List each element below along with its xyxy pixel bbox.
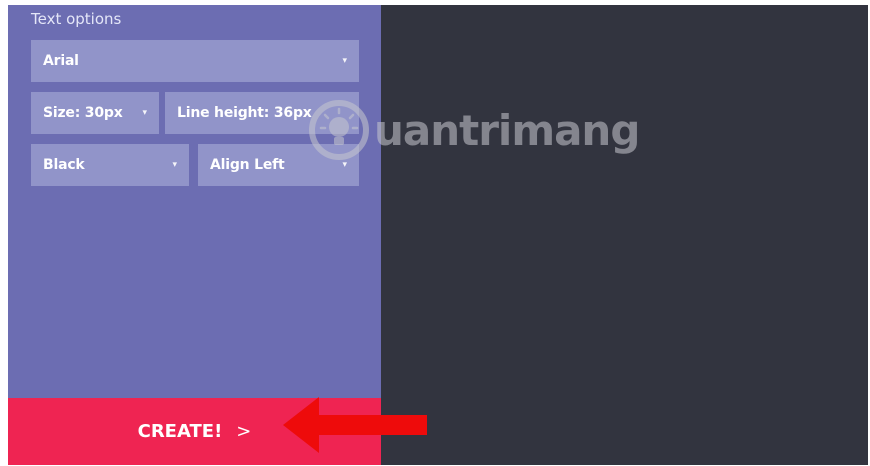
preview-canvas[interactable]	[381, 5, 868, 465]
font-family-value: Arial	[43, 53, 79, 69]
create-button-label: CREATE!	[137, 421, 223, 442]
font-family-dropdown[interactable]: Arial ▾	[31, 40, 359, 82]
text-align-value: Align Left	[210, 157, 285, 173]
font-size-dropdown[interactable]: Size: 30px ▾	[31, 92, 159, 134]
font-size-value: Size: 30px	[43, 105, 123, 121]
annotation-arrow-icon	[283, 397, 427, 453]
text-align-dropdown[interactable]: Align Left ▾	[198, 144, 359, 186]
chevron-down-icon: ▾	[342, 160, 347, 170]
line-height-dropdown[interactable]: Line height: 36px	[165, 92, 359, 134]
section-title: Text options	[31, 10, 122, 28]
app-frame: Text options Arial ▾ Size: 30px ▾ Line h…	[8, 5, 868, 465]
chevron-down-icon: ▾	[142, 108, 147, 118]
chevron-right-icon: >	[236, 421, 252, 442]
chevron-down-icon: ▾	[172, 160, 177, 170]
text-color-dropdown[interactable]: Black ▾	[31, 144, 189, 186]
text-color-value: Black	[43, 157, 85, 173]
chevron-down-icon: ▾	[342, 56, 347, 66]
line-height-value: Line height: 36px	[177, 105, 312, 121]
